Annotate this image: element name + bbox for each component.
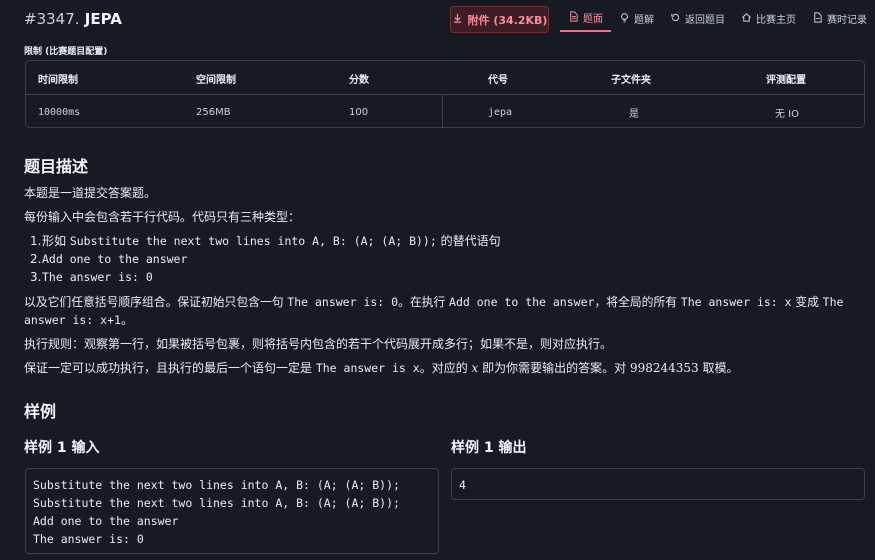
document-icon (568, 10, 579, 25)
description-paragraph-5: 保证一定可以成功执行，且执行的最后一个语句一定是 The answer is x… (24, 361, 739, 375)
list-item: 1.形如 Substitute the next two lines into … (30, 234, 501, 248)
limits-label: 限制 (比赛题目配置) (24, 47, 108, 57)
header-score: 分数 (349, 74, 369, 86)
limits-header-row: 时间限制 空间限制 分数 代号 子文件夹 评测配置 (26, 61, 864, 95)
sample-input-box[interactable]: Substitute the next two lines into A, B:… (25, 468, 439, 554)
tab-solution[interactable]: 题解 (611, 5, 662, 32)
header-code-name: 代号 (488, 74, 508, 86)
page-title: #3347. JEPA (24, 10, 122, 28)
value-time-limit: 10000ms (38, 106, 81, 118)
tab-contest-record[interactable]: 赛时记录 (804, 5, 875, 32)
tab-back-to-problem[interactable]: 返回题目 (662, 5, 733, 32)
list-item: 2.Add one to the answer (30, 252, 188, 266)
lightbulb-icon (619, 12, 630, 26)
table-divider (442, 95, 443, 127)
limits-value-row: 10000ms 256MB 100 jepa 是 无 IO (26, 95, 864, 127)
value-judge-config: 无 IO (775, 108, 799, 120)
download-icon (452, 13, 463, 27)
header-judge-config: 评测配置 (766, 74, 806, 86)
header-memory-limit: 空间限制 (196, 74, 236, 86)
record-icon (812, 11, 823, 26)
problem-nav: 题面 题解 返回题目 比赛主页 赛时记录 (560, 5, 875, 34)
value-code-name: jepa (488, 106, 513, 118)
tab-statement[interactable]: 题面 (560, 5, 611, 32)
sample-output-box[interactable]: 4 (451, 468, 865, 500)
header-time-limit: 时间限制 (38, 74, 78, 86)
description-paragraph-3: 以及它们任意括号顺序组合。保证初始只包含一句 The answer is: 0。… (24, 295, 844, 327)
problem-number: #3347. (24, 10, 80, 28)
list-item: 3.The answer is: 0 (30, 270, 153, 284)
problem-name: JEPA (84, 10, 122, 28)
attachment-button[interactable]: 附件 (34.2KB) (450, 6, 549, 33)
samples-heading: 样例 (24, 402, 57, 421)
code-types-list: 1.形如 Substitute the next two lines into … (30, 232, 501, 286)
description-paragraph-1: 本题是一道提交答案题。 (24, 186, 157, 200)
home-icon (741, 12, 752, 26)
sample-input-heading: 样例 1 输入 (24, 440, 100, 456)
value-memory-limit: 256MB (196, 106, 231, 118)
limits-table: 时间限制 空间限制 分数 代号 子文件夹 评测配置 10000ms 256MB … (25, 60, 865, 128)
value-subfolder: 是 (629, 108, 639, 120)
tab-contest-home[interactable]: 比赛主页 (733, 5, 804, 32)
header-subfolder: 子文件夹 (611, 74, 651, 86)
description-paragraph-4: 执行规则：观察第一行，如果被括号包裹，则将括号内包含的若干个代码展开成多行；如果… (24, 337, 613, 351)
description-paragraph-2: 每份输入中会包含若干行代码。代码只有三种类型： (24, 210, 301, 224)
description-heading: 题目描述 (24, 157, 89, 176)
attachment-label: 附件 (34.2KB) (467, 13, 548, 27)
value-score: 100 (349, 106, 369, 118)
return-icon (670, 12, 681, 26)
sample-output-heading: 样例 1 输出 (451, 440, 527, 456)
